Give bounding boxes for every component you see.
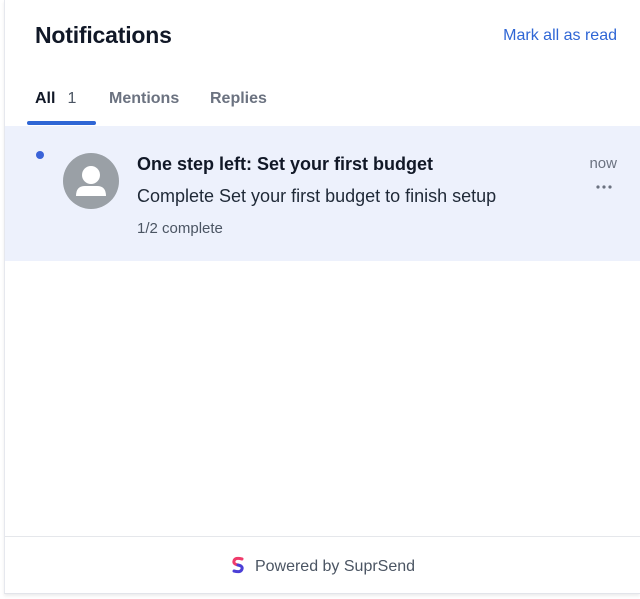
- notification-item[interactable]: One step left: Set your first budget Com…: [5, 126, 640, 261]
- notification-panel: Notifications Mark all as read All 1 Ment…: [4, 0, 640, 594]
- notification-body: Complete Set your first budget to finish…: [137, 186, 497, 206]
- tab-mentions[interactable]: Mentions: [109, 90, 179, 108]
- tab-all[interactable]: All 1: [35, 90, 76, 108]
- unread-indicator: [36, 151, 44, 159]
- suprsend-logo-icon: [231, 556, 245, 574]
- powered-by-label: Powered by SuprSend: [254, 558, 416, 575]
- notification-progress: 1/2 complete: [137, 220, 223, 237]
- tab-replies[interactable]: Replies: [210, 90, 267, 108]
- panel-header: Notifications Mark all as read: [5, 0, 640, 72]
- mark-all-read-button[interactable]: Mark all as read: [503, 27, 617, 45]
- tab-bar: All 1 Mentions Replies: [5, 78, 640, 126]
- panel-title: Notifications: [35, 22, 172, 48]
- tab-all-count-badge: 1: [67, 90, 77, 107]
- notification-list: One step left: Set your first budget Com…: [5, 126, 640, 261]
- panel-footer: Powered by SuprSend: [5, 536, 640, 594]
- more-horizontal-icon[interactable]: [593, 180, 615, 194]
- tab-all-label: All: [35, 90, 56, 107]
- powered-by[interactable]: Powered by SuprSend: [5, 556, 640, 576]
- active-tab-indicator: [27, 121, 96, 125]
- notification-time: now: [589, 155, 617, 172]
- notification-title: One step left: Set your first budget: [137, 154, 434, 174]
- user-icon: [63, 153, 119, 209]
